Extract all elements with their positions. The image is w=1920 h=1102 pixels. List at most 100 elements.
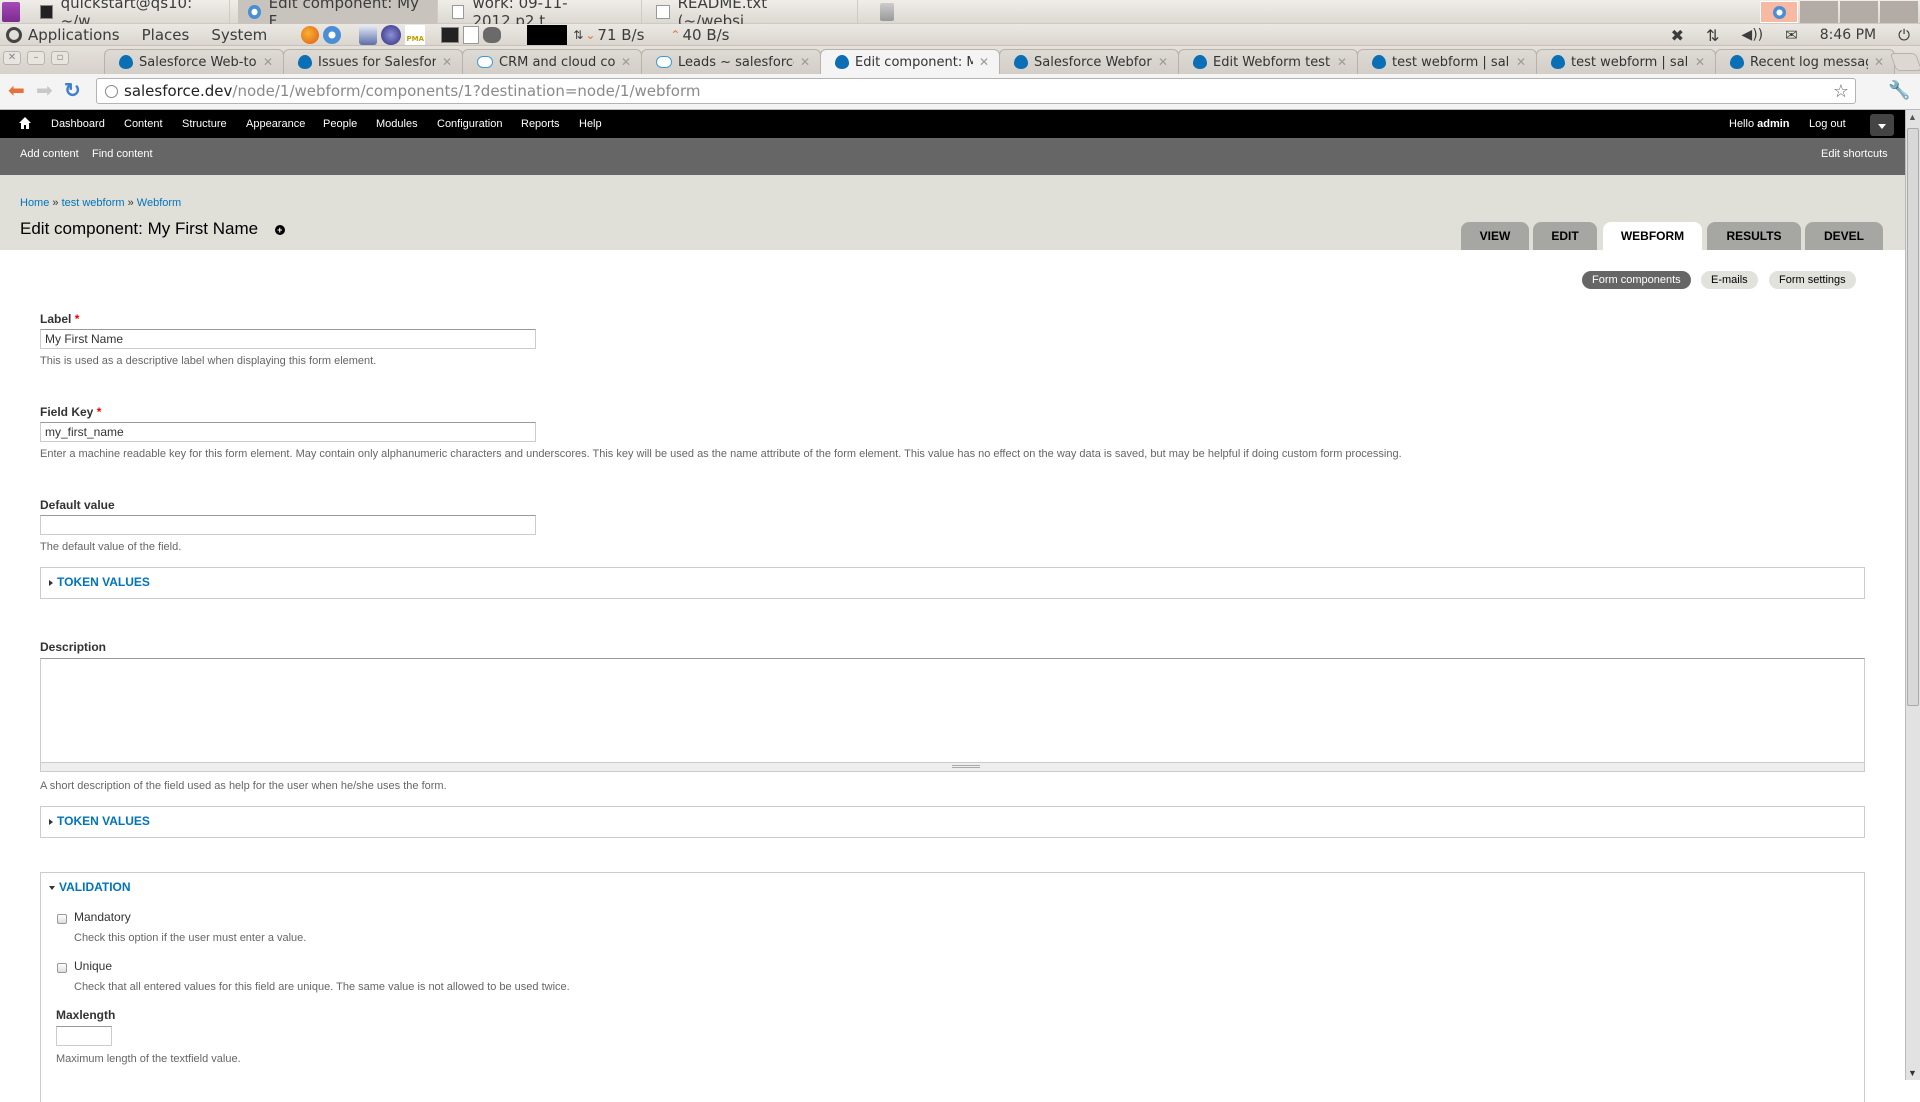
toolbar-content[interactable]: Content xyxy=(124,110,163,138)
textarea-resize-grippie[interactable] xyxy=(40,763,1865,772)
tab-close-icon[interactable]: ✕ xyxy=(621,55,631,69)
logout-link[interactable]: Log out xyxy=(1809,110,1846,138)
toolbar-help[interactable]: Help xyxy=(579,110,602,138)
home-icon[interactable] xyxy=(19,117,31,129)
reload-icon[interactable]: ↻ xyxy=(64,81,81,101)
forward-arrow-icon[interactable]: ➡ xyxy=(36,81,53,101)
description-textarea[interactable] xyxy=(40,658,1865,763)
browser-tab[interactable]: Edit Webform test web ✕ xyxy=(1178,49,1358,74)
subtab-emails[interactable]: E-mails xyxy=(1701,271,1758,289)
dropbox-icon[interactable]: ✖ xyxy=(1671,26,1684,45)
toolbar-appearance[interactable]: Appearance xyxy=(246,110,305,138)
toolbar-modules[interactable]: Modules xyxy=(376,110,418,138)
network-icon[interactable]: ⇅ xyxy=(1706,26,1719,45)
volume-icon[interactable]: ◀)) xyxy=(1741,27,1763,43)
bookmark-star-icon[interactable]: ☆ xyxy=(1833,81,1849,102)
browser-tab[interactable]: test webform | salesfor ✕ xyxy=(1536,49,1716,74)
shortcut-add-content[interactable]: Add content xyxy=(20,148,79,160)
breadcrumb-home[interactable]: Home xyxy=(20,197,49,209)
window-button-editor-work[interactable]: work: 09-11-2012.p2.t... xyxy=(442,0,642,30)
menu-applications[interactable]: Applications xyxy=(28,26,120,44)
browser-tab[interactable]: Issues for Salesforce W ✕ xyxy=(283,49,463,74)
browser-tab[interactable]: test webform | salesfor ✕ xyxy=(1357,49,1537,74)
back-arrow-icon[interactable]: ⬅ xyxy=(8,81,25,101)
breadcrumb-webform[interactable]: Webform xyxy=(137,197,181,209)
unique-label[interactable]: Unique xyxy=(74,959,112,973)
browser-tab[interactable]: Leads ~ salesforce.com ✕ xyxy=(641,49,821,74)
subtab-form-settings[interactable]: Form settings xyxy=(1769,271,1856,289)
tab-close-icon[interactable]: ✕ xyxy=(442,55,452,69)
workspace-1[interactable] xyxy=(1760,1,1798,23)
token-values-toggle-1[interactable]: TOKEN VALUES xyxy=(49,575,150,589)
toolbar-people[interactable]: People xyxy=(323,110,357,138)
tab-close-icon[interactable]: ✕ xyxy=(1874,55,1884,69)
gimp-icon[interactable] xyxy=(483,26,502,43)
firefox-icon[interactable] xyxy=(301,25,320,44)
tab-webform[interactable]: WEBFORM xyxy=(1603,222,1702,250)
scrollbar-thumb[interactable] xyxy=(1907,128,1919,706)
menu-places[interactable]: Places xyxy=(142,26,190,44)
tab-view[interactable]: VIEW xyxy=(1461,222,1529,250)
window-button-editor-readme[interactable]: README.txt (~/websi... xyxy=(646,0,858,30)
tab-close-icon[interactable]: ✕ xyxy=(263,55,273,69)
system-monitor-graph[interactable] xyxy=(527,24,568,45)
label-input[interactable] xyxy=(40,329,536,349)
tab-close-icon[interactable]: ✕ xyxy=(1516,55,1526,69)
window-maximize-button[interactable]: ▫ xyxy=(51,51,69,65)
shortcuts-toggle-button[interactable] xyxy=(1870,114,1894,136)
virtualbox-icon[interactable] xyxy=(359,24,378,45)
unique-checkbox[interactable] xyxy=(57,963,67,973)
edit-shortcuts-link[interactable]: Edit shortcuts xyxy=(1821,148,1888,160)
breadcrumb-test-webform[interactable]: test webform xyxy=(62,197,125,209)
tab-edit[interactable]: EDIT xyxy=(1533,222,1597,250)
toolbar-structure[interactable]: Structure xyxy=(182,110,227,138)
scroll-down-arrow-icon[interactable]: ▼ xyxy=(1908,1068,1917,1078)
power-icon[interactable]: ⏻ xyxy=(1898,26,1910,44)
default-value-input[interactable] xyxy=(40,515,536,535)
menu-system[interactable]: System xyxy=(211,26,267,44)
workspace-3[interactable] xyxy=(1840,1,1878,23)
tab-close-icon[interactable]: ✕ xyxy=(1695,55,1705,69)
trash-icon[interactable] xyxy=(880,3,894,21)
wrench-menu-icon[interactable]: 🔧 xyxy=(1888,80,1910,101)
address-bar[interactable]: salesforce.dev/node/1/webform/components… xyxy=(96,78,1856,104)
window-close-button[interactable]: ✕ xyxy=(3,51,21,65)
phpmyadmin-icon[interactable]: PMA xyxy=(405,24,426,45)
maxlength-input[interactable] xyxy=(56,1026,112,1046)
toolbar-dashboard[interactable]: Dashboard xyxy=(51,110,105,138)
tab-close-icon[interactable]: ✕ xyxy=(979,55,989,69)
eclipse-icon[interactable] xyxy=(381,24,402,45)
browser-tab[interactable]: Recent log messages | s ✕ xyxy=(1715,49,1895,74)
window-button-terminal[interactable]: quickstart@qs10: ~/w... xyxy=(30,0,230,30)
chromium-launcher-icon[interactable] xyxy=(323,25,342,44)
workspace-2[interactable] xyxy=(1800,1,1838,23)
tab-close-icon[interactable]: ✕ xyxy=(800,55,810,69)
tab-results[interactable]: RESULTS xyxy=(1707,222,1801,250)
toolbar-configuration[interactable]: Configuration xyxy=(437,110,502,138)
window-minimize-button[interactable]: – xyxy=(27,51,45,65)
browser-tab[interactable]: Salesforce Web-to-Lead ✕ xyxy=(104,49,284,74)
page-scrollbar[interactable]: ▲ ▼ xyxy=(1905,110,1920,1080)
toolbar-reports[interactable]: Reports xyxy=(521,110,560,138)
add-shortcut-icon[interactable]: + xyxy=(274,224,285,235)
subtab-form-components[interactable]: Form components xyxy=(1582,271,1691,289)
browser-tab[interactable]: Salesforce Webform | s ✕ xyxy=(999,49,1179,74)
workspace-4[interactable] xyxy=(1880,1,1918,23)
validation-toggle[interactable]: VALIDATION xyxy=(49,880,131,894)
text-editor-launcher-icon[interactable] xyxy=(463,25,480,44)
clock[interactable]: 8:46 PM xyxy=(1820,27,1876,43)
terminal-launcher-icon[interactable] xyxy=(441,26,460,43)
shortcut-find-content[interactable]: Find content xyxy=(92,148,153,160)
mail-icon[interactable]: ✉ xyxy=(1785,26,1798,44)
field-key-input[interactable] xyxy=(40,422,536,442)
token-values-toggle-2[interactable]: TOKEN VALUES xyxy=(49,814,150,828)
window-button-chromium[interactable]: Edit component: My F... xyxy=(238,0,438,30)
tab-close-icon[interactable]: ✕ xyxy=(1158,55,1168,69)
tab-close-icon[interactable]: ✕ xyxy=(1337,55,1347,69)
mandatory-label[interactable]: Mandatory xyxy=(74,910,131,924)
show-desktop-icon[interactable] xyxy=(2,2,20,22)
mandatory-checkbox[interactable] xyxy=(57,914,67,924)
scroll-up-arrow-icon[interactable]: ▲ xyxy=(1908,112,1917,122)
browser-tab[interactable]: CRM and cloud computi ✕ xyxy=(462,49,642,74)
browser-tab-active[interactable]: Edit component: My Fir ✕ xyxy=(820,49,1000,74)
